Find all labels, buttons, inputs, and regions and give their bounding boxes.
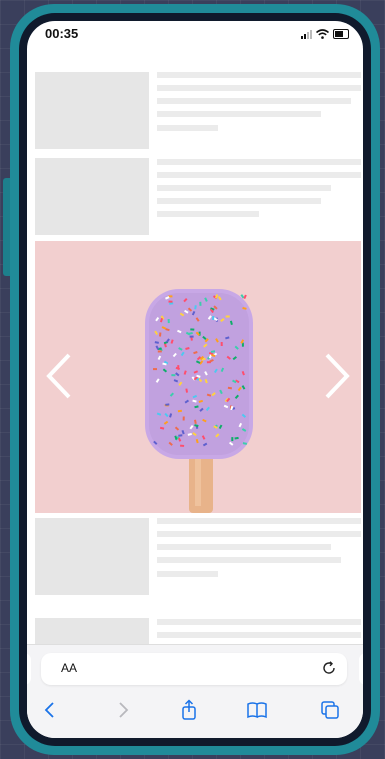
wifi-icon <box>316 29 329 39</box>
next-tab-preview[interactable] <box>359 653 363 685</box>
text-placeholder <box>157 518 361 524</box>
sprinkle <box>212 315 215 321</box>
text-placeholder <box>157 72 361 78</box>
reload-icon[interactable] <box>321 660 337 676</box>
thumbnail-placeholder <box>35 158 149 235</box>
sprinkle <box>220 341 223 347</box>
image-carousel[interactable] <box>35 241 361 513</box>
sprinkle <box>167 319 170 324</box>
status-icons <box>301 29 349 39</box>
sprinkle <box>169 302 174 305</box>
sprinkle <box>153 368 157 371</box>
forward-icon[interactable] <box>112 699 134 721</box>
sprinkle <box>177 409 182 413</box>
status-bar: 00:35 <box>27 21 363 45</box>
sprinkle <box>182 416 185 421</box>
text-placeholder <box>157 111 321 117</box>
text-placeholder <box>157 211 259 217</box>
tabs-icon[interactable] <box>319 699 341 721</box>
text-placeholder <box>157 198 321 204</box>
sprinkle <box>171 374 176 377</box>
text-placeholder <box>157 185 331 191</box>
back-icon[interactable] <box>39 699 61 721</box>
text-placeholder <box>157 544 331 550</box>
signal-icon <box>301 29 312 39</box>
address-bar[interactable]: AA <box>41 653 347 685</box>
phone-frame: 00:35 AA <box>10 4 380 755</box>
sprinkle <box>157 350 162 353</box>
navigation-bar <box>27 695 363 725</box>
text-placeholder <box>157 85 361 91</box>
battery-icon <box>333 29 349 39</box>
browser-toolbar: AA <box>27 644 363 738</box>
text-size-button[interactable]: AA <box>61 661 77 675</box>
sprinkle <box>168 300 173 303</box>
popsicle-image <box>35 241 361 513</box>
sprinkle <box>180 444 185 447</box>
text-placeholder <box>157 159 361 165</box>
text-placeholder <box>157 619 361 625</box>
thumbnail-placeholder <box>35 72 149 149</box>
browser-screen: 00:35 AA <box>27 21 363 738</box>
sprinkle <box>189 335 194 338</box>
text-placeholder <box>157 571 218 577</box>
text-placeholder <box>157 557 341 563</box>
text-placeholder <box>157 172 361 178</box>
text-placeholder <box>157 98 351 104</box>
sprinkle <box>190 328 195 331</box>
chevron-right-icon[interactable] <box>319 351 353 401</box>
sprinkle <box>178 434 183 437</box>
status-time: 00:35 <box>45 26 79 41</box>
previous-tab-preview[interactable] <box>27 653 31 685</box>
thumbnail-placeholder <box>35 518 149 595</box>
bookmarks-icon[interactable] <box>246 699 268 721</box>
text-size-label: AA <box>61 661 78 675</box>
text-placeholder <box>157 125 218 131</box>
chevron-left-icon[interactable] <box>43 351 77 401</box>
text-placeholder <box>157 632 361 638</box>
sprinkle <box>225 315 230 318</box>
sprinkle <box>231 437 234 442</box>
text-placeholder <box>157 531 361 537</box>
sprinkle <box>159 332 162 337</box>
sprinkle <box>199 301 202 306</box>
phone-bezel: 00:35 AA <box>19 13 371 746</box>
share-icon[interactable] <box>178 699 200 721</box>
